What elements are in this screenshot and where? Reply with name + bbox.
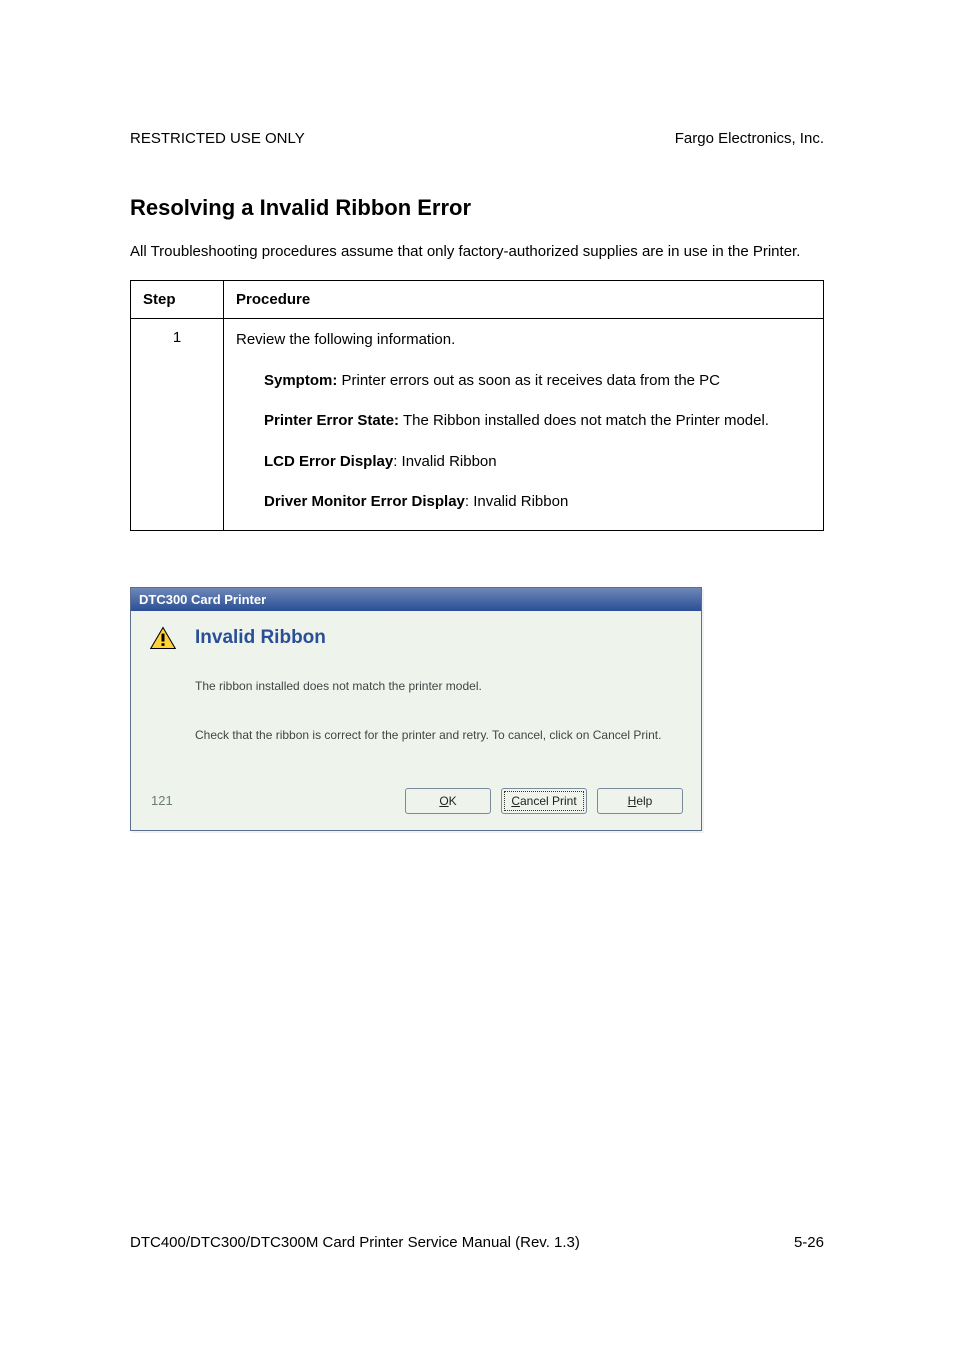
dialog-heading: Invalid Ribbon bbox=[195, 627, 326, 649]
cancel-mnemonic: C bbox=[511, 794, 520, 808]
footer-right: 5-26 bbox=[794, 1234, 824, 1251]
header-left: RESTRICTED USE ONLY bbox=[130, 130, 305, 147]
dialog-message-1: The ribbon installed does not match the … bbox=[195, 679, 683, 695]
ok-button[interactable]: OK bbox=[405, 788, 491, 814]
cancel-print-button[interactable]: Cancel Print bbox=[501, 788, 587, 814]
procedure-line: Review the following information. bbox=[236, 329, 811, 352]
dialog-error-code: 121 bbox=[151, 793, 173, 808]
header-right: Fargo Electronics, Inc. bbox=[675, 130, 824, 147]
state-label: Printer Error State: bbox=[264, 412, 399, 429]
table-row: 1 Review the following information. Symp… bbox=[131, 319, 824, 531]
lcd-label: LCD Error Display bbox=[264, 453, 393, 470]
table-header-procedure: Procedure bbox=[224, 281, 824, 319]
state-text: The Ribbon installed does not match the … bbox=[399, 412, 769, 429]
procedure-state: Printer Error State: The Ribbon installe… bbox=[264, 410, 811, 433]
driver-text: : Invalid Ribbon bbox=[465, 493, 568, 510]
ok-mnemonic: O bbox=[439, 794, 448, 808]
help-button[interactable]: Help bbox=[597, 788, 683, 814]
lcd-text: : Invalid Ribbon bbox=[393, 453, 496, 470]
cancel-rest: ancel Print bbox=[520, 794, 577, 808]
procedure-lcd: LCD Error Display: Invalid Ribbon bbox=[264, 451, 811, 474]
procedure-cell: Review the following information. Sympto… bbox=[224, 319, 824, 531]
ok-rest: K bbox=[449, 794, 457, 808]
table-header-step: Step bbox=[131, 281, 224, 319]
help-rest: elp bbox=[636, 794, 652, 808]
section-title: Resolving a Invalid Ribbon Error bbox=[130, 195, 824, 221]
dialog-titlebar: DTC300 Card Printer bbox=[131, 588, 701, 611]
section-intro: All Troubleshooting procedures assume th… bbox=[130, 241, 824, 262]
driver-label: Driver Monitor Error Display bbox=[264, 493, 465, 510]
error-dialog: DTC300 Card Printer Invalid Ribbon The r… bbox=[130, 587, 702, 831]
procedure-symptom: Symptom: Printer errors out as soon as i… bbox=[264, 370, 811, 393]
warning-icon bbox=[149, 625, 177, 651]
procedure-driver: Driver Monitor Error Display: Invalid Ri… bbox=[264, 491, 811, 514]
procedure-table: Step Procedure 1 Review the following in… bbox=[130, 280, 824, 531]
step-number: 1 bbox=[131, 319, 224, 531]
dialog-message-2: Check that the ribbon is correct for the… bbox=[195, 728, 683, 744]
symptom-label: Symptom: bbox=[264, 372, 337, 389]
symptom-text: Printer errors out as soon as it receive… bbox=[337, 372, 720, 389]
footer-left: DTC400/DTC300/DTC300M Card Printer Servi… bbox=[130, 1234, 580, 1251]
